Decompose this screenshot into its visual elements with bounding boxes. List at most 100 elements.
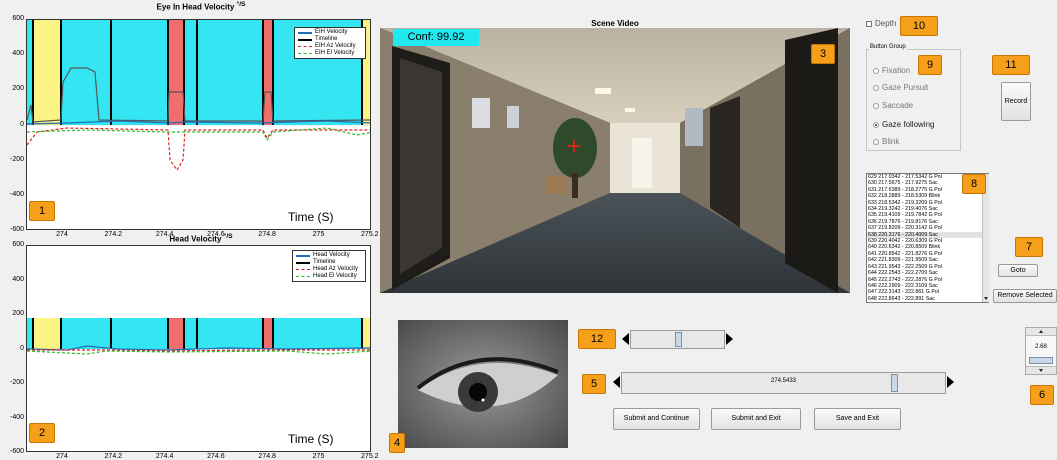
- head-event-band: [263, 318, 273, 349]
- y-tick-label: -400: [9, 413, 24, 421]
- small-slider-thumb[interactable]: [674, 332, 682, 347]
- chevron-down-icon: [1039, 369, 1043, 372]
- head-plot-title: Head Velocity °/S: [26, 233, 376, 244]
- scrollbar-down-arrow[interactable]: [984, 297, 988, 300]
- confidence-label: Conf: 99.92: [393, 29, 479, 46]
- record-button[interactable]: Record: [1001, 82, 1031, 121]
- eih-plot-title: Eye In Head Velocity °/S: [26, 1, 376, 12]
- radio-icon[interactable]: [873, 84, 879, 91]
- x-tick-label: 274.4: [155, 453, 174, 460]
- head-event-band: [273, 318, 362, 349]
- eye-camera-frame: [398, 320, 568, 448]
- head-event-band: [362, 318, 370, 349]
- radio-blink[interactable]: Blink: [873, 137, 899, 146]
- y-tick-label: -600: [9, 448, 24, 455]
- eih-legend-row: EIH Velocity: [298, 29, 362, 36]
- step-spinner[interactable]: 2.68: [1025, 327, 1057, 375]
- spinner-thumb[interactable]: [1029, 357, 1053, 364]
- head-event-band: [168, 318, 184, 349]
- eih-event-band: [168, 20, 184, 125]
- badge-12: 12: [578, 329, 616, 349]
- scene-video-frame[interactable]: Conf: 99.92: [380, 28, 850, 293]
- button-group-title: Button Group: [869, 44, 907, 50]
- y-tick-label: 600: [12, 241, 24, 248]
- y-tick-label: -600: [9, 226, 24, 233]
- head-legend-row: Head Velocity: [296, 252, 362, 259]
- y-tick-label: 400: [12, 275, 24, 283]
- head-event-band: [61, 318, 111, 349]
- head-event-band: [111, 318, 168, 349]
- eih-event-band: [263, 20, 273, 125]
- chevron-up-icon: [1039, 330, 1043, 333]
- eih-event-band: [33, 20, 61, 125]
- head-az-velocity-line: [27, 349, 370, 352]
- eih-plot-title-unit: °/S: [236, 1, 246, 8]
- radio-saccade[interactable]: Saccade: [873, 101, 913, 110]
- eih-legend-row: EIH Az Velocity: [298, 43, 362, 50]
- badge-7: 7: [1015, 237, 1043, 257]
- remove-selected-button[interactable]: Remove Selected: [993, 289, 1057, 303]
- head-legend-row: Head Az Velocity: [296, 266, 362, 273]
- eih-legend-row: EIH El Velocity: [298, 50, 362, 57]
- x-tick-label: 275.2: [361, 453, 379, 460]
- badge-4: 4: [389, 433, 405, 453]
- x-tick-label: 274.2: [104, 453, 123, 460]
- badge-8: 8: [962, 174, 986, 194]
- submit-and-continue-button[interactable]: Submit and Continue: [613, 408, 700, 430]
- eih-event-band: [111, 20, 168, 125]
- depth-label: Depth: [875, 19, 897, 28]
- badge-2: 2: [29, 423, 55, 443]
- radio-gaze-following[interactable]: Gaze following: [873, 120, 934, 129]
- y-tick-label: 0: [20, 344, 24, 352]
- head-legend-row: Head El Velocity: [296, 273, 362, 280]
- button-group-panel: Button Group Fixation Gaze Pursuit Sacca…: [866, 44, 961, 151]
- scene-video-title: Scene Video: [591, 19, 639, 28]
- x-tick-label: 274: [56, 453, 68, 460]
- eih-legend-row: Timeline: [298, 36, 362, 43]
- head-plot-title-unit: °/S: [223, 233, 233, 240]
- x-tick-label: 274.8: [258, 453, 276, 460]
- y-tick-label: 600: [12, 15, 24, 22]
- events-list-item[interactable]: 649 222.8943 - 222.921 G Pol: [867, 302, 988, 303]
- time-slider[interactable]: 274.5433: [621, 372, 946, 394]
- save-and-exit-button[interactable]: Save and Exit: [814, 408, 901, 430]
- eih-plot-title-text: Eye In Head Velocity: [156, 2, 235, 12]
- y-tick-label: -200: [9, 379, 24, 386]
- badge-11: 11: [992, 55, 1030, 75]
- goto-button[interactable]: Goto: [998, 264, 1038, 277]
- head-el-velocity-line: [27, 350, 370, 355]
- radio-icon[interactable]: [873, 138, 879, 145]
- badge-5: 5: [582, 374, 606, 394]
- radio-icon[interactable]: [873, 102, 879, 109]
- radio-gaze-pursuit[interactable]: Gaze Pursuit: [873, 83, 928, 92]
- y-tick-label: -400: [9, 190, 24, 198]
- radio-fixation[interactable]: Fixation: [873, 66, 910, 75]
- eye-camera-image: [398, 320, 568, 448]
- spinner-down-button[interactable]: [1026, 366, 1056, 374]
- y-tick-label: 200: [12, 85, 24, 93]
- badge-10: 10: [900, 16, 938, 36]
- head-legend: Head Velocity Timeline Head Az Velocity …: [292, 250, 366, 282]
- y-tick-label: 400: [12, 50, 24, 58]
- scene-video-image: [380, 28, 850, 293]
- depth-checkbox[interactable]: [866, 20, 872, 27]
- submit-and-exit-button[interactable]: Submit and Exit: [711, 408, 801, 430]
- eih-az-velocity-line: [27, 127, 370, 172]
- depth-checkbox-row[interactable]: Depth: [866, 19, 896, 28]
- head-time-label: Time (S): [288, 432, 334, 446]
- y-tick-label: 0: [20, 120, 24, 128]
- small-slider[interactable]: [630, 330, 725, 349]
- y-tick-label: 200: [12, 310, 24, 317]
- badge-6: 6: [1030, 385, 1054, 405]
- radio-icon-selected[interactable]: [873, 121, 879, 128]
- radio-icon[interactable]: [873, 67, 879, 74]
- eih-time-label: Time (S): [288, 210, 334, 224]
- head-legend-row: Timeline: [296, 259, 362, 266]
- x-tick-label: 275: [312, 453, 325, 460]
- x-tick-label: 274.6: [207, 453, 225, 460]
- time-slider-thumb[interactable]: [890, 374, 898, 392]
- spinner-up-button[interactable]: [1026, 328, 1056, 336]
- head-event-band: [184, 318, 263, 349]
- badge-3: 3: [811, 44, 835, 64]
- badge-9: 9: [918, 55, 942, 75]
